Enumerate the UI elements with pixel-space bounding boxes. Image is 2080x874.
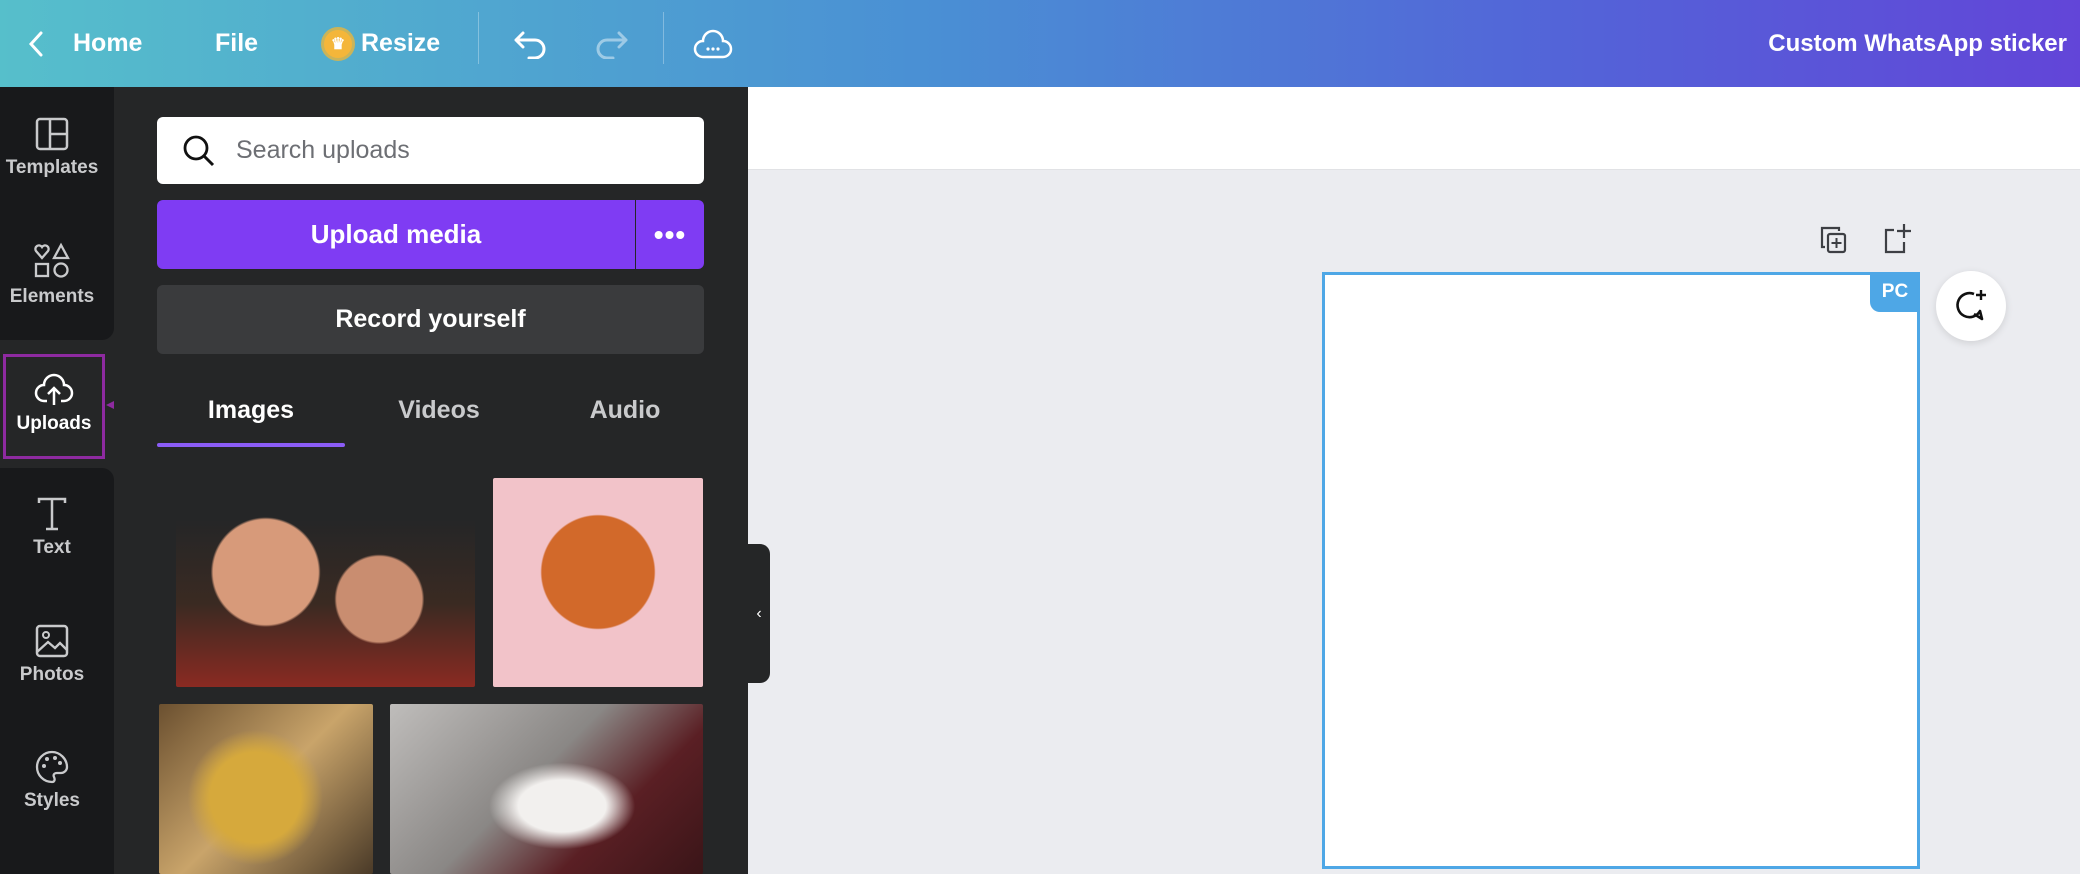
sidebar-label: Photos: [19, 664, 85, 685]
crown-icon: ♛: [321, 26, 355, 61]
editor-toolbar-area: [748, 87, 2080, 170]
home-button[interactable]: Home: [73, 0, 142, 87]
search-icon: [183, 135, 215, 166]
collapse-panel-handle[interactable]: ‹: [748, 544, 770, 683]
sidebar-item-styles[interactable]: Styles: [0, 750, 104, 812]
add-page-icon[interactable]: [1882, 222, 1912, 259]
sidebar-label: Text: [33, 537, 71, 558]
sidebar-label: Uploads: [16, 413, 92, 434]
sidebar-label: Styles: [24, 790, 80, 811]
palette-icon: [35, 750, 69, 784]
sidebar-item-photos[interactable]: Photos: [0, 624, 104, 686]
side-rail: Templates Elements Uploads Text Photos S…: [0, 87, 200, 874]
back-chevron-icon[interactable]: [28, 0, 44, 87]
templates-icon: [35, 117, 69, 151]
active-tab-indicator: [157, 443, 345, 447]
uploaded-image-pearl-necklace[interactable]: [390, 704, 703, 874]
resize-label: Resize: [361, 29, 441, 57]
collaborator-badge: PC: [1870, 272, 1920, 312]
cloud-upload-icon: [34, 373, 74, 405]
duplicate-page-icon[interactable]: [1819, 225, 1849, 260]
undo-icon[interactable]: [513, 0, 549, 87]
uploaded-image-gold-ring[interactable]: [159, 704, 373, 874]
divider: [478, 12, 479, 64]
chevron-left-icon: ‹: [756, 604, 762, 622]
tab-audio[interactable]: Audio: [533, 387, 717, 433]
file-menu[interactable]: File: [215, 0, 258, 87]
sidebar-item-elements[interactable]: Elements: [0, 242, 104, 308]
more-options-button[interactable]: •••: [636, 200, 704, 269]
record-yourself-button[interactable]: Record yourself: [157, 285, 704, 354]
uploads-panel: Search uploads Upload media ••• Record y…: [114, 87, 748, 874]
search-placeholder: Search uploads: [236, 136, 410, 164]
sidebar-item-text[interactable]: Text: [0, 497, 104, 559]
cloud-save-icon[interactable]: [693, 0, 733, 87]
resize-button[interactable]: ♛ Resize: [321, 0, 440, 87]
add-comment-button[interactable]: [1936, 271, 2006, 341]
comment-plus-icon: [1956, 290, 1986, 321]
sidebar-label: Templates: [5, 157, 99, 178]
document-title[interactable]: Custom WhatsApp sticker: [1768, 0, 2067, 87]
design-page[interactable]: PC: [1322, 272, 1920, 869]
sidebar-item-templates[interactable]: Templates: [0, 117, 104, 179]
photos-icon: [35, 624, 69, 658]
elements-icon: [34, 242, 70, 278]
uploaded-image-woman[interactable]: [493, 478, 703, 687]
uploaded-image-boys[interactable]: [176, 478, 475, 687]
sidebar-item-uploads[interactable]: Uploads: [3, 354, 105, 459]
upload-media-button[interactable]: Upload media: [157, 200, 635, 269]
top-bar: Home File ♛ Resize Custom WhatsApp stick…: [0, 0, 2080, 87]
text-icon: [37, 497, 67, 531]
tab-images[interactable]: Images: [157, 387, 345, 433]
tab-videos[interactable]: Videos: [345, 387, 533, 433]
search-input[interactable]: Search uploads: [157, 117, 704, 184]
sidebar-label: Elements: [9, 286, 95, 307]
divider: [663, 12, 664, 64]
redo-icon[interactable]: [593, 0, 629, 87]
